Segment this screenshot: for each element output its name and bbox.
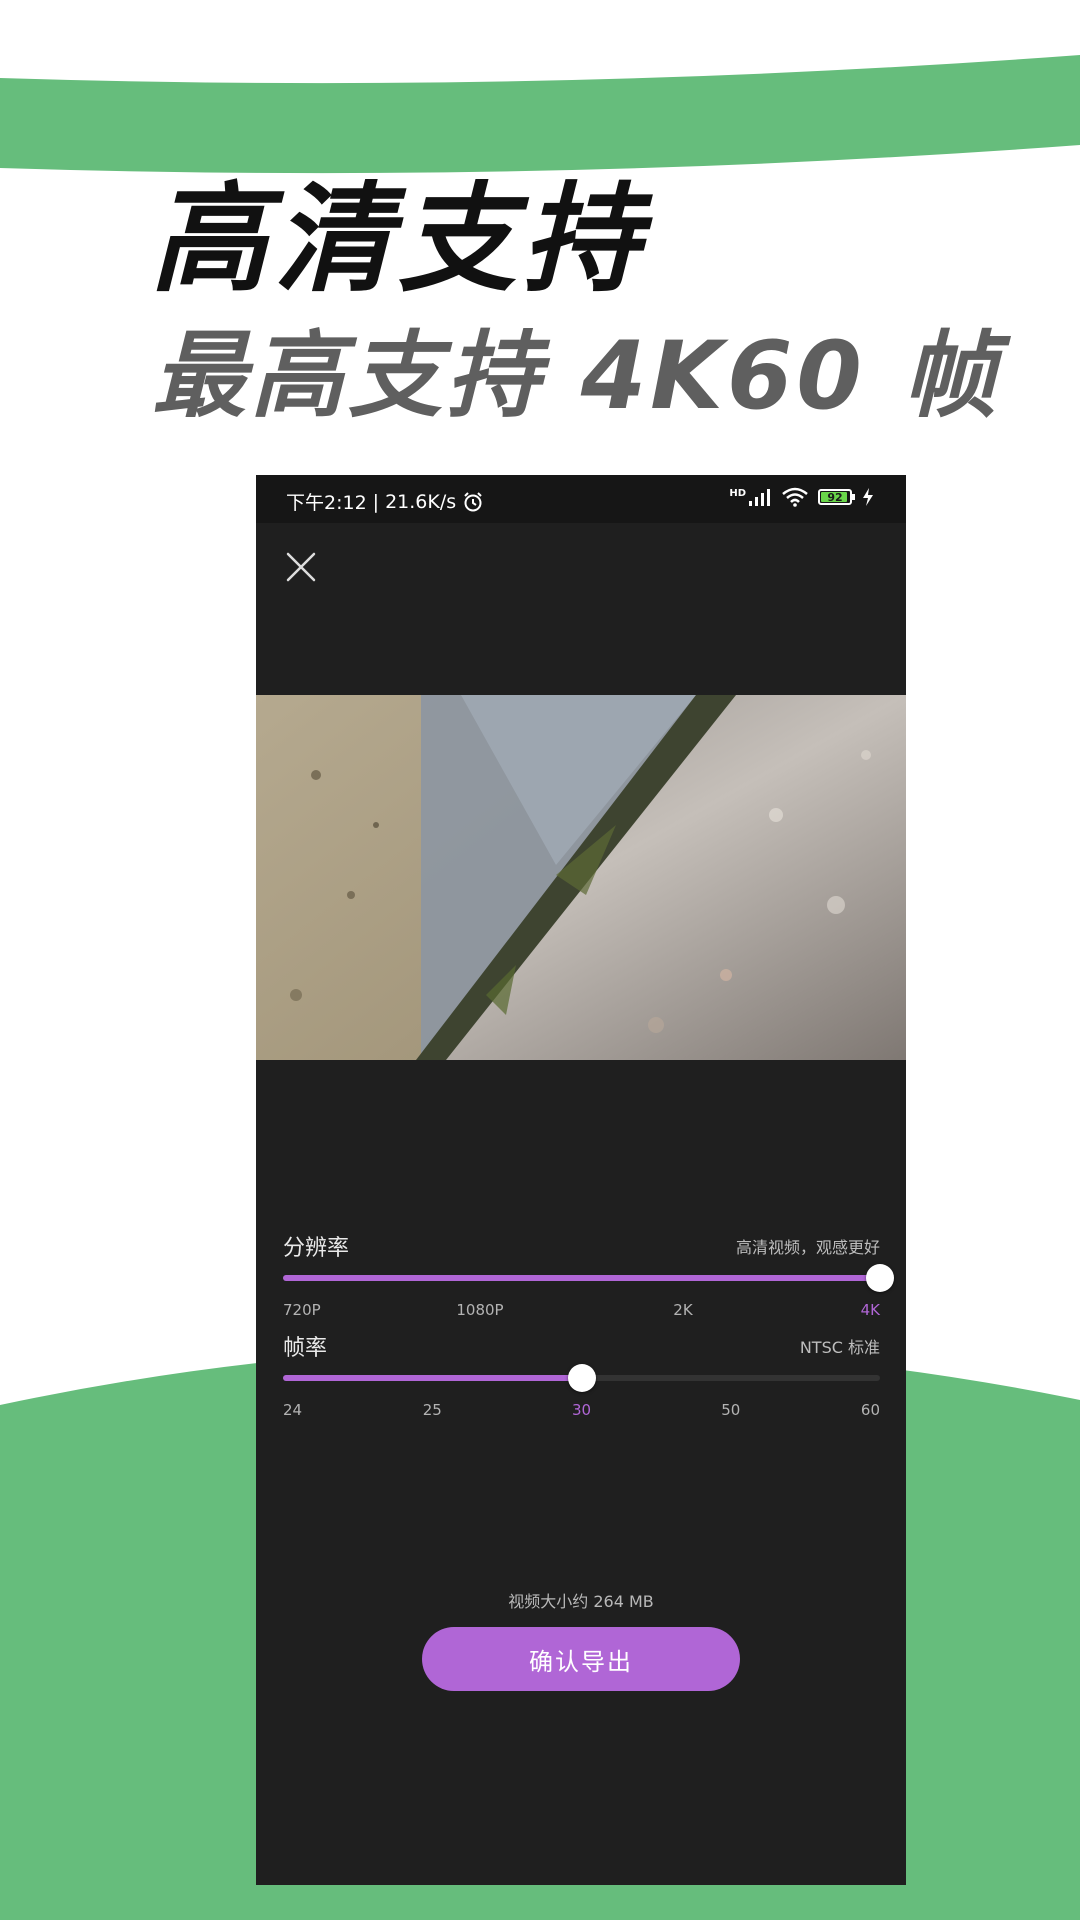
status-bar: 下午2:12 | 21.6K/s HD 92 [256,475,906,523]
confirm-export-button[interactable]: 确认导出 [422,1627,740,1691]
cellular-signal-icon [749,489,770,506]
phone-screen: 下午2:12 | 21.6K/s HD 92 分辨率 高清视频，观感更好 720… [256,475,906,1885]
resolution-option-2k[interactable]: 2K [673,1301,692,1319]
video-preview [256,695,906,1060]
resolution-slider-thumb[interactable] [866,1264,894,1292]
frame-rate-option-30[interactable]: 30 [572,1401,591,1419]
status-left: 下午2:12 | 21.6K/s [286,488,484,515]
frame-rate-hint: NTSC 标准 [799,1338,880,1357]
close-icon[interactable] [284,550,318,584]
wifi-icon [782,487,808,507]
status-separator: | [372,490,380,513]
resolution-option-4k[interactable]: 4K [861,1301,880,1319]
top-green-band [0,55,1080,174]
network-type-label: HD [729,487,746,499]
frame-rate-option-60[interactable]: 60 [861,1401,880,1419]
promo-headline: 高清支持 [150,170,647,308]
resolution-option-1080p[interactable]: 1080P [456,1301,503,1319]
frame-rate-slider[interactable] [283,1364,880,1392]
frame-rate-option-24[interactable]: 24 [283,1401,302,1419]
promo-subline: 最高支持 4K60 帧 [152,322,1001,431]
resolution-label: 分辨率 [283,1236,350,1261]
status-time: 下午2:12 [286,492,367,514]
resolution-slider[interactable] [283,1264,894,1292]
resolution-option-720p[interactable]: 720P [283,1301,321,1319]
frame-rate-label: 帧率 [283,1336,328,1361]
battery-icon: 92 [818,489,855,505]
video-size-estimate: 视频大小约 264 MB [508,1592,654,1611]
resolution-slider-fill [283,1275,880,1281]
status-right: HD 92 [729,487,874,507]
lightning-bolt-icon [863,488,873,506]
battery-level: 92 [827,490,843,504]
frame-rate-option-50[interactable]: 50 [721,1401,740,1419]
network-speed: 21.6K/s [385,490,457,513]
frame-rate-slider-thumb[interactable] [567,1364,596,1392]
alarm-clock-icon [464,491,482,511]
resolution-hint: 高清视频，观感更好 [735,1238,880,1257]
frame-rate-slider-fill [283,1375,582,1381]
frame-rate-option-25[interactable]: 25 [423,1401,442,1419]
